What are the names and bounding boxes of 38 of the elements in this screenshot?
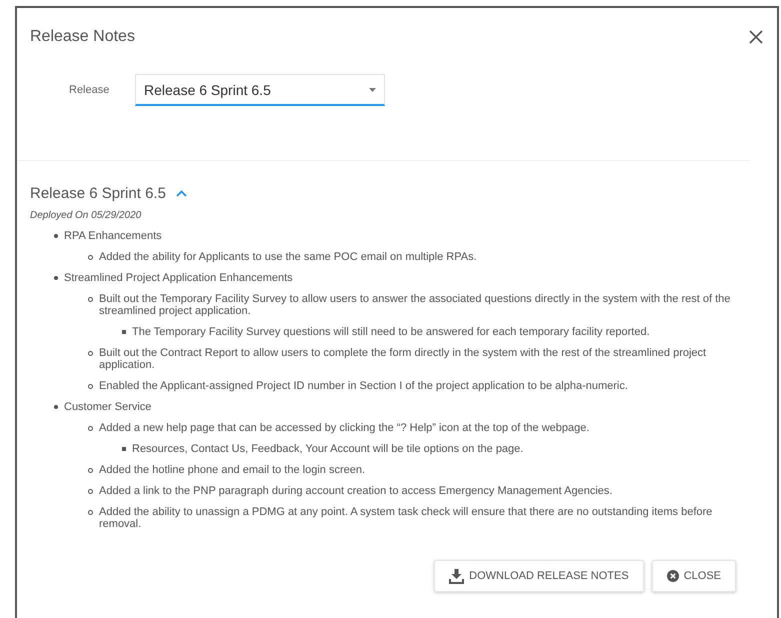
note-text: Customer Service [64,401,152,413]
deployed-date: Deployed On 05/29/2020 [30,210,142,221]
download-button[interactable]: DOWNLOAD RELEASE NOTES [434,560,644,592]
download-icon [449,568,464,584]
note-text: Built out the Contract Report to allow users to complete the form directly in the system with the rest of the streamlined project application. [99,347,708,371]
caret-icon [369,88,376,92]
close-button[interactable]: CLOSE [652,560,736,592]
bullet-icon [54,276,58,280]
dialog-title: Release Notes [30,28,135,46]
note-text: Streamlined Project Application Enhancements [64,272,293,284]
section-title: Release 6 Sprint 6.5 [30,185,166,202]
bullet-icon [88,468,93,473]
bullet-icon [122,447,126,451]
bullet-icon [88,297,93,302]
note-text: RPA Enhancements [64,230,162,242]
note-text: Added the ability for Applicants to use the same POC email on multiple RPAs. [99,251,477,263]
field-label: Release [69,84,110,96]
bullet-icon [88,351,93,356]
bullet-icon [122,330,126,334]
note-text: Built out the Temporary Facility Survey to allow users to answer the associated questions directly in the system with the rest of the streamlined project application. [99,293,732,317]
note-text: Added the hotline phone and email to the login screen. [99,464,366,476]
bullet-icon [88,489,93,494]
note-text: Added the ability to unassign a PDMG at any point. A system task check will ensure that there are no outstanding items before removal. [99,506,714,530]
bullet-icon [88,255,93,260]
chevron-icon[interactable] [176,190,187,197]
note-text: The Temporary Facility Survey questions will still need to be answered for each temporary facility reported. [132,326,650,338]
bullet-icon [88,384,93,389]
close-icon[interactable] [749,30,763,44]
bullet-icon [88,426,93,431]
close-circle-icon [666,570,679,582]
bullet-icon [54,405,58,409]
bullet-icon [88,510,93,515]
note-text: Resources, Contact Us, Feedback, Your Account will be tile options on the page. [132,443,524,455]
note-text: Enabled the Applicant-assigned Project ID number in Section I of the project application to be alpha-numeric. [99,380,628,392]
note-text: Added a new help page that can be accessed by clicking the “? Help” icon at the top of the webpage. [99,422,590,434]
release-dropdown[interactable]: Release 6 Sprint 6.5 [135,74,385,106]
note-text: Added a link to the PNP paragraph during account creation to access Emergency Management Agencies. [99,485,612,497]
bullet-icon [54,234,58,238]
